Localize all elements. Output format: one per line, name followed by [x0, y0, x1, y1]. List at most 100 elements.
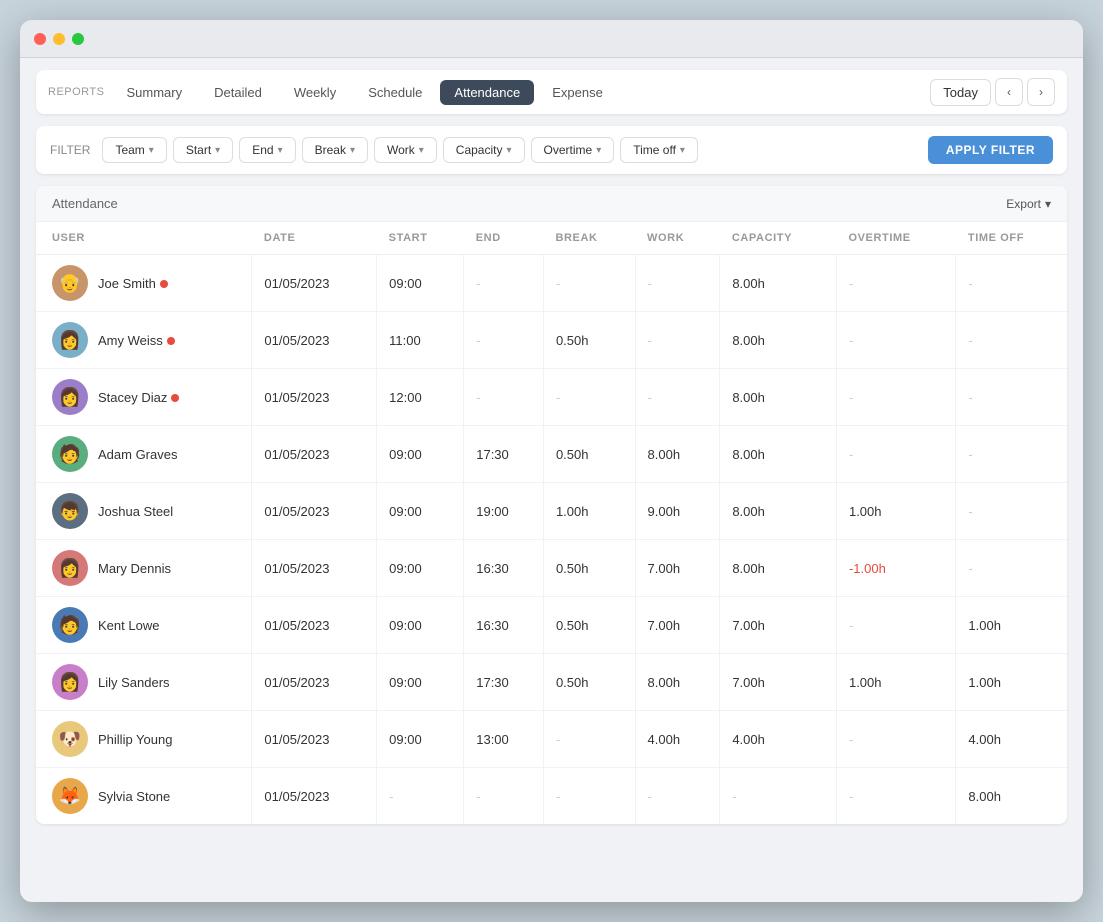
- traffic-lights: [34, 33, 84, 45]
- next-arrow-button[interactable]: ›: [1027, 78, 1055, 106]
- avatar: 👩: [52, 379, 88, 415]
- user-name: Phillip Young: [98, 732, 172, 747]
- filter-btn-label: Time off: [633, 143, 676, 157]
- avatar: 👦: [52, 493, 88, 529]
- cell-date: 01/05/2023: [252, 654, 377, 711]
- cell-overtime: 1.00h: [836, 483, 955, 540]
- col-header-capacity: CAPACITY: [720, 222, 837, 255]
- cell-date: 01/05/2023: [252, 426, 377, 483]
- cell-date: 01/05/2023: [252, 711, 377, 768]
- avatar: 🧑: [52, 607, 88, 643]
- user-cell: 👦 Joshua Steel: [36, 483, 252, 540]
- table-body: 👴 Joe Smith 01/05/202309:00---8.00h-- 👩 …: [36, 255, 1067, 825]
- cell-work: 8.00h: [635, 426, 720, 483]
- user-cell: 🦊 Sylvia Stone: [36, 768, 252, 825]
- cell-end: 16:30: [464, 540, 544, 597]
- user-name: Stacey Diaz: [98, 390, 179, 405]
- cell-overtime: 1.00h: [836, 654, 955, 711]
- cell-time-off: -: [956, 426, 1067, 483]
- export-button[interactable]: Export ▾: [1006, 197, 1051, 211]
- reports-label: REPORTS: [48, 86, 104, 98]
- cell-break: -: [543, 768, 635, 825]
- filter-btn-break[interactable]: Break ▾: [302, 137, 368, 163]
- maximize-button[interactable]: [72, 33, 84, 45]
- cell-work: -: [635, 255, 720, 312]
- cell-break: 0.50h: [543, 540, 635, 597]
- chevron-down-icon: ▾: [149, 145, 154, 156]
- cell-start: 09:00: [377, 483, 464, 540]
- cell-break: 0.50h: [543, 312, 635, 369]
- col-header-overtime: OVERTIME: [836, 222, 955, 255]
- table-header-bar: Attendance Export ▾: [36, 186, 1067, 222]
- close-button[interactable]: [34, 33, 46, 45]
- cell-time-off: -: [956, 369, 1067, 426]
- nav-bar: REPORTS SummaryDetailedWeeklyScheduleAtt…: [36, 70, 1067, 114]
- cell-start: 09:00: [377, 654, 464, 711]
- filter-btn-label: Team: [115, 143, 144, 157]
- chevron-down-icon: ▾: [1045, 197, 1051, 211]
- col-header-time-off: TIME OFF: [956, 222, 1067, 255]
- cell-capacity: 7.00h: [720, 597, 837, 654]
- apply-filter-button[interactable]: APPLY FILTER: [928, 136, 1053, 164]
- filter-btn-capacity[interactable]: Capacity ▾: [443, 137, 525, 163]
- cell-end: -: [464, 369, 544, 426]
- cell-capacity: 8.00h: [720, 255, 837, 312]
- table-row: 👩 Mary Dennis 01/05/202309:0016:300.50h7…: [36, 540, 1067, 597]
- nav-tab-summary[interactable]: Summary: [112, 80, 196, 105]
- today-button[interactable]: Today: [930, 79, 991, 106]
- col-header-user: USER: [36, 222, 252, 255]
- filter-btn-label: Start: [186, 143, 211, 157]
- chevron-down-icon: ▾: [680, 145, 685, 156]
- prev-arrow-button[interactable]: ‹: [995, 78, 1023, 106]
- filter-btn-end[interactable]: End ▾: [239, 137, 295, 163]
- cell-start: 11:00: [377, 312, 464, 369]
- cell-work: -: [635, 369, 720, 426]
- nav-tab-schedule[interactable]: Schedule: [354, 80, 436, 105]
- avatar: 👩: [52, 322, 88, 358]
- cell-start: 09:00: [377, 540, 464, 597]
- chevron-down-icon: ▾: [596, 145, 601, 156]
- nav-tab-weekly[interactable]: Weekly: [280, 80, 350, 105]
- cell-time-off: 4.00h: [956, 711, 1067, 768]
- cell-work: 4.00h: [635, 711, 720, 768]
- cell-capacity: 8.00h: [720, 483, 837, 540]
- status-dot: [171, 394, 179, 402]
- filter-btn-overtime[interactable]: Overtime ▾: [531, 137, 615, 163]
- table-row: 🧑 Kent Lowe 01/05/202309:0016:300.50h7.0…: [36, 597, 1067, 654]
- nav-tab-attendance[interactable]: Attendance: [440, 80, 534, 105]
- cell-capacity: -: [720, 768, 837, 825]
- user-cell: 👩 Stacey Diaz: [36, 369, 252, 426]
- cell-break: 0.50h: [543, 426, 635, 483]
- user-name: Adam Graves: [98, 447, 177, 462]
- cell-date: 01/05/2023: [252, 597, 377, 654]
- cell-start: 12:00: [377, 369, 464, 426]
- section-title: Attendance: [52, 196, 118, 211]
- cell-overtime: -1.00h: [836, 540, 955, 597]
- filter-btn-label: Capacity: [456, 143, 503, 157]
- cell-time-off: -: [956, 255, 1067, 312]
- cell-capacity: 8.00h: [720, 426, 837, 483]
- table-row: 🦊 Sylvia Stone 01/05/2023------8.00h: [36, 768, 1067, 825]
- col-header-end: END: [464, 222, 544, 255]
- nav-tab-detailed[interactable]: Detailed: [200, 80, 276, 105]
- filter-btn-team[interactable]: Team ▾: [102, 137, 166, 163]
- filter-btn-time_off[interactable]: Time off ▾: [620, 137, 698, 163]
- cell-end: 19:00: [464, 483, 544, 540]
- nav-right: Today ‹ ›: [930, 78, 1055, 106]
- user-name: Mary Dennis: [98, 561, 171, 576]
- filter-label: FILTER: [50, 143, 90, 157]
- minimize-button[interactable]: [53, 33, 65, 45]
- cell-date: 01/05/2023: [252, 312, 377, 369]
- nav-tab-expense[interactable]: Expense: [538, 80, 617, 105]
- cell-date: 01/05/2023: [252, 369, 377, 426]
- filter-btn-start[interactable]: Start ▾: [173, 137, 233, 163]
- cell-start: 09:00: [377, 597, 464, 654]
- table-head: USERDATESTARTENDBREAKWORKCAPACITYOVERTIM…: [36, 222, 1067, 255]
- filter-btn-work[interactable]: Work ▾: [374, 137, 437, 163]
- table-row: 🐶 Phillip Young 01/05/202309:0013:00-4.0…: [36, 711, 1067, 768]
- chevron-down-icon: ▾: [278, 145, 283, 156]
- cell-end: 13:00: [464, 711, 544, 768]
- cell-break: 0.50h: [543, 597, 635, 654]
- cell-break: -: [543, 711, 635, 768]
- cell-work: 7.00h: [635, 540, 720, 597]
